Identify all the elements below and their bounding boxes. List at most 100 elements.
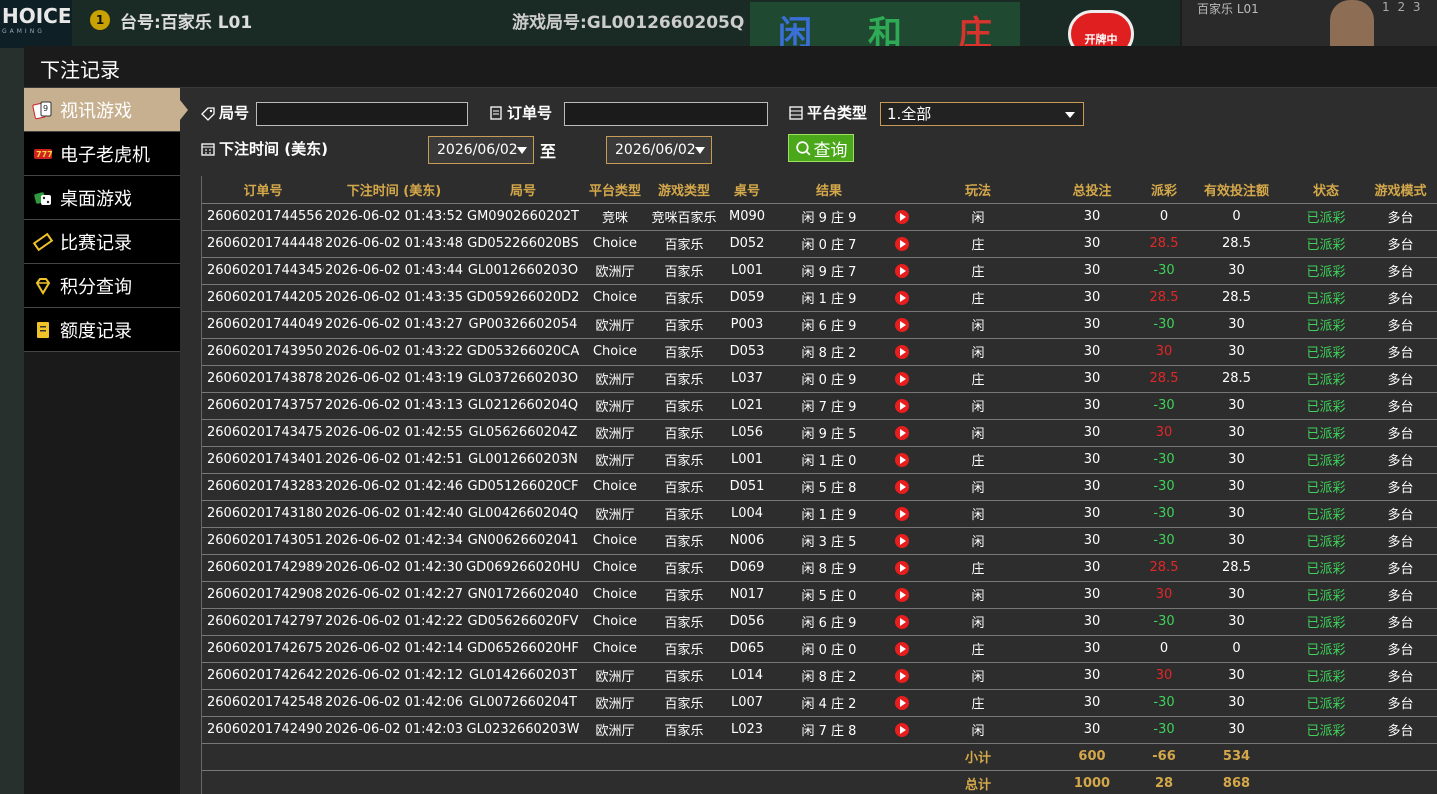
table-row[interactable]: 260602017443456 2026-06-02 01:43:44 GL0012… — [202, 257, 1437, 285]
play-replay-icon[interactable] — [895, 641, 909, 656]
table-row[interactable]: 260602017440497 2026-06-02 01:43:27 GP0032… — [202, 311, 1437, 339]
play-replay-icon[interactable] — [895, 398, 909, 413]
cell-table-no: D052 — [720, 230, 774, 258]
table-row[interactable]: 260602017429890 2026-06-02 01:42:30 GD0692… — [202, 554, 1437, 582]
cell-replay[interactable] — [884, 500, 920, 528]
round-input[interactable] — [256, 102, 468, 126]
play-replay-icon[interactable] — [895, 290, 909, 305]
sidebar-item-points[interactable]: 积分查询 — [24, 264, 180, 308]
date-from-picker[interactable]: 2026/06/02 — [428, 136, 534, 164]
sidebar-item-live-games[interactable]: 9 视讯游戏 — [24, 88, 188, 132]
cell-replay[interactable] — [884, 608, 920, 636]
play-replay-icon[interactable] — [895, 317, 909, 332]
sidebar-item-table-games[interactable]: 桌面游戏 — [24, 176, 180, 220]
play-replay-icon[interactable] — [895, 587, 909, 602]
play-replay-icon[interactable] — [895, 560, 909, 575]
play-replay-icon[interactable] — [895, 425, 909, 440]
cell-replay[interactable] — [884, 284, 920, 312]
table-row[interactable]: 260602017427975 2026-06-02 01:42:22 GD0562… — [202, 608, 1437, 636]
cell-status: 已派彩 — [1293, 203, 1359, 231]
cell-replay[interactable] — [884, 635, 920, 663]
cell-replay[interactable] — [884, 365, 920, 393]
table-row[interactable]: 260602017431801 2026-06-02 01:42:40 GL0042… — [202, 500, 1437, 528]
platform-select[interactable]: 1.全部 — [880, 102, 1084, 126]
sidebar-item-match-records[interactable]: 比赛记录 — [24, 220, 180, 264]
cell-replay[interactable] — [884, 338, 920, 366]
bet-player[interactable]: 闲 — [778, 2, 812, 54]
summary-empty-cell — [324, 743, 464, 771]
table-row[interactable]: 260602017437577 2026-06-02 01:43:13 GL0212… — [202, 392, 1437, 420]
cell-replay[interactable] — [884, 257, 920, 285]
table-row[interactable]: 260602017434755 2026-06-02 01:42:55 GL0562… — [202, 419, 1437, 447]
order-input[interactable] — [564, 102, 768, 126]
cell-status: 已派彩 — [1293, 311, 1359, 339]
table-row[interactable]: 260602017432838 2026-06-02 01:42:46 GD0512… — [202, 473, 1437, 501]
cell-replay[interactable] — [884, 311, 920, 339]
play-replay-icon[interactable] — [895, 263, 909, 278]
bet-area[interactable]: 闲 和 庄 — [750, 2, 1020, 54]
bet-banker[interactable]: 庄 — [958, 2, 992, 54]
table-row[interactable]: 260602017439505 2026-06-02 01:43:22 GD0532… — [202, 338, 1437, 366]
order-filter-label: 订单号 — [488, 102, 552, 123]
cell-replay[interactable] — [884, 230, 920, 258]
table-row[interactable]: 260602017429083 2026-06-02 01:42:27 GN0172… — [202, 581, 1437, 609]
cell-round-no: GD056266020FV — [464, 608, 582, 636]
cell-replay[interactable] — [884, 581, 920, 609]
cell-table-no: L021 — [720, 392, 774, 420]
cell-order-no: 260602017434018 — [202, 446, 324, 474]
cell-replay[interactable] — [884, 689, 920, 717]
cell-replay[interactable] — [884, 446, 920, 474]
cell-replay[interactable] — [884, 473, 920, 501]
cell-round-no: GL0232660203W — [464, 716, 582, 744]
bet-tie[interactable]: 和 — [868, 2, 902, 54]
summary-empty-cell — [464, 743, 582, 771]
cell-replay[interactable] — [884, 419, 920, 447]
summary-payout: 28 — [1148, 770, 1180, 794]
cell-replay[interactable] — [884, 554, 920, 582]
summary-empty-cell — [884, 770, 920, 794]
cell-replay[interactable] — [884, 716, 920, 744]
table-row[interactable]: 260602017438782 2026-06-02 01:43:19 GL0372… — [202, 365, 1437, 393]
cell-round-no: GD051266020CF — [464, 473, 582, 501]
table-row[interactable]: 260602017426422 2026-06-02 01:42:12 GL0142… — [202, 662, 1437, 690]
play-replay-icon[interactable] — [895, 452, 909, 467]
play-replay-icon[interactable] — [895, 506, 909, 521]
play-replay-icon[interactable] — [895, 479, 909, 494]
sidebar-item-slots[interactable]: 777 电子老虎机 — [24, 132, 180, 176]
cell-bet-type: 闲 — [920, 716, 1036, 744]
play-replay-icon[interactable] — [895, 371, 909, 386]
table-row[interactable]: 260602017444489 2026-06-02 01:43:48 GD0522… — [202, 230, 1437, 258]
play-replay-icon[interactable] — [895, 695, 909, 710]
table-row[interactable]: 260602017426753 2026-06-02 01:42:14 GD0652… — [202, 635, 1437, 663]
table-row[interactable]: 260602017430515 2026-06-02 01:42:34 GN0062… — [202, 527, 1437, 555]
subtotal-row: 小计 600 -66 534 — [202, 743, 1437, 771]
play-replay-icon[interactable] — [895, 722, 909, 737]
cell-replay[interactable] — [884, 392, 920, 420]
query-button[interactable]: 查询 — [788, 134, 854, 162]
play-replay-icon[interactable] — [895, 668, 909, 683]
play-replay-icon[interactable] — [895, 614, 909, 629]
cell-replay[interactable] — [884, 527, 920, 555]
play-replay-icon[interactable] — [895, 209, 909, 224]
table-row[interactable]: 260602017424903 2026-06-02 01:42:03 GL0232… — [202, 716, 1437, 744]
sidebar-item-label: 桌面游戏 — [60, 188, 132, 210]
tag-icon — [201, 106, 215, 121]
date-to-picker[interactable]: 2026/06/02 — [606, 136, 712, 164]
cell-result: 闲 9 庄 5 — [774, 419, 884, 447]
cell-replay[interactable] — [884, 203, 920, 231]
cell-table-no: N017 — [720, 581, 774, 609]
play-replay-icon[interactable] — [895, 236, 909, 251]
cell-order-no: 260602017431801 — [202, 500, 324, 528]
cell-replay[interactable] — [884, 662, 920, 690]
cell-bet-type: 闲 — [920, 500, 1036, 528]
summary-empty-cell — [582, 743, 648, 771]
cell-total-bet: 30 — [1036, 527, 1148, 555]
cell-order-no: 260602017424903 — [202, 716, 324, 744]
play-replay-icon[interactable] — [895, 533, 909, 548]
sidebar-item-credit-records[interactable]: 额度记录 — [24, 308, 180, 352]
table-row[interactable]: 260602017442053 2026-06-02 01:43:35 GD0592… — [202, 284, 1437, 312]
table-row[interactable]: 260602017425483 2026-06-02 01:42:06 GL0072… — [202, 689, 1437, 717]
table-row[interactable]: 260602017445561 2026-06-02 01:43:52 GM0902… — [202, 203, 1437, 231]
table-row[interactable]: 260602017434018 2026-06-02 01:42:51 GL0012… — [202, 446, 1437, 474]
play-replay-icon[interactable] — [895, 344, 909, 359]
